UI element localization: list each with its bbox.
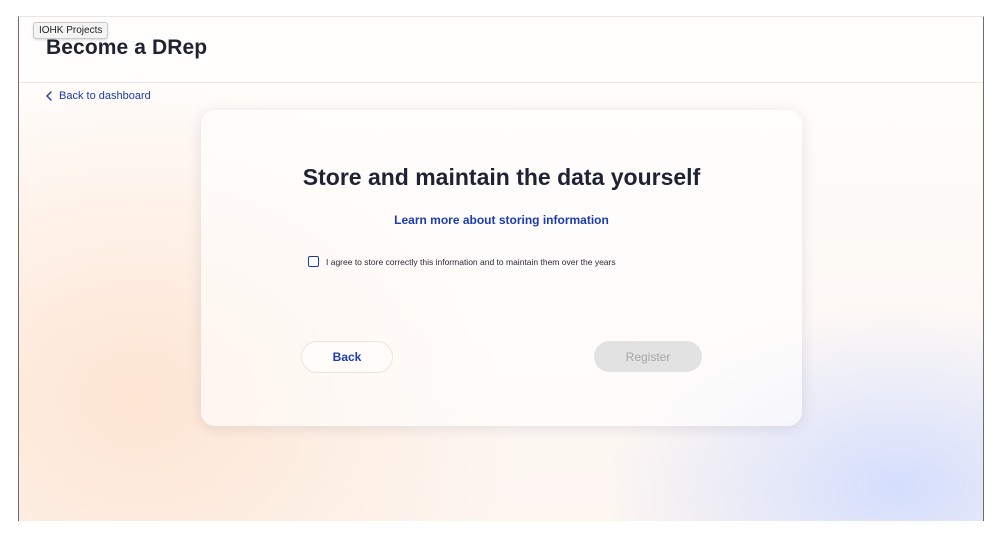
registration-card: Store and maintain the data yourself Lea… [201, 110, 802, 426]
chevron-left-icon [46, 91, 52, 101]
back-button[interactable]: Back [301, 341, 393, 373]
agree-checkbox[interactable] [308, 256, 319, 267]
card-title: Store and maintain the data yourself [302, 164, 701, 190]
page-title: Become a DRep [46, 36, 208, 59]
back-to-dashboard-link[interactable]: Back to dashboard [45, 90, 151, 102]
browser-tooltip: IOHK Projects [33, 22, 109, 39]
back-to-dashboard-label: Back to dashboard [59, 90, 151, 102]
agree-row[interactable]: I agree to store correctly this informat… [308, 256, 616, 267]
agree-label: I agree to store correctly this informat… [326, 256, 616, 267]
register-button[interactable]: Register [594, 341, 702, 372]
page-header: Become a DRep [19, 17, 983, 83]
learn-more-link[interactable]: Learn more about storing information [201, 213, 802, 227]
app-window: Become a DRep Back to dashboard Store an… [18, 16, 984, 521]
